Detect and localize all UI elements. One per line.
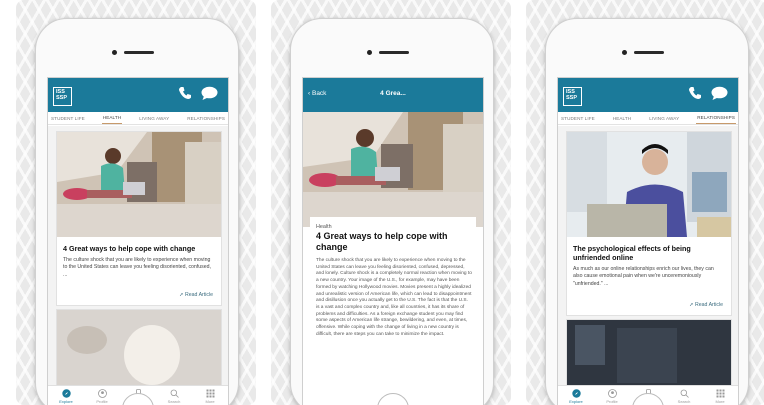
earpiece — [634, 51, 664, 54]
nav-search[interactable]: Search — [157, 389, 191, 404]
tab-student-life[interactable]: STUDENT LIFE — [560, 113, 596, 124]
category-tabs: STUDENT LIFE HEALTH LIVING AWAY RELATION… — [48, 112, 228, 125]
search-icon — [170, 389, 179, 398]
nav-label: Profile — [606, 399, 618, 404]
panel-article-detail: ‹ Back 4 Grea... Health 4 Great ways to … — [271, 0, 511, 405]
nav-profile[interactable]: Profile — [595, 389, 629, 404]
tab-relationships[interactable]: RELATIONSHIPS — [696, 112, 736, 124]
grid-icon — [716, 389, 724, 398]
panel-explore-health: ISS SSP STUDENT LIFE HEALTH LIVING AWAY … — [16, 0, 256, 405]
article-content: Health 4 Great ways to help cope with ch… — [310, 217, 476, 405]
read-article-link[interactable]: ➚ Read Article — [689, 302, 723, 308]
nav-search[interactable]: Search — [667, 389, 701, 404]
app-header: ISS SSP — [558, 78, 738, 112]
profile-icon — [607, 389, 617, 398]
app-screen: ISS SSP STUDENT LIFE HEALTH LIVING AWAY … — [557, 77, 739, 405]
app-logo[interactable]: ISS SSP — [563, 87, 582, 106]
article-card[interactable]: 4 Great ways to help cope with change Th… — [56, 131, 222, 306]
article-body: The culture shock that you are likely to… — [316, 258, 472, 337]
chat-icon[interactable] — [711, 86, 728, 101]
article-image — [567, 320, 731, 390]
front-camera — [622, 50, 627, 55]
compass-icon — [61, 389, 71, 398]
article-title: 4 Great ways to help cope with change — [316, 231, 448, 252]
nav-title: 4 Grea... — [380, 90, 406, 97]
chat-icon[interactable] — [201, 86, 218, 101]
nav-explore[interactable]: Explore — [559, 389, 593, 404]
article-image — [567, 132, 731, 237]
tab-health[interactable]: HEALTH — [101, 112, 123, 124]
tab-health[interactable]: HEALTH — [612, 113, 632, 124]
tab-living-away[interactable]: LIVING AWAY — [648, 113, 680, 124]
tab-student-life[interactable]: STUDENT LIFE — [50, 113, 86, 124]
category-tabs: STUDENT LIFE HEALTH LIVING AWAY RELATION… — [558, 112, 738, 125]
app-screen: ‹ Back 4 Grea... Health 4 Great ways to … — [302, 77, 484, 405]
nav-label: Explore — [569, 399, 583, 404]
article-card[interactable] — [56, 309, 222, 391]
nav-more[interactable]: More — [193, 389, 227, 404]
front-camera — [367, 50, 372, 55]
article-card[interactable]: The psychological effects of being unfri… — [566, 131, 732, 316]
read-article-link[interactable]: ➚ Read Article — [179, 292, 213, 298]
app-screen: ISS SSP STUDENT LIFE HEALTH LIVING AWAY … — [47, 77, 229, 405]
article-image — [57, 132, 221, 237]
card-title[interactable]: The psychological effects of being unfri… — [573, 244, 723, 262]
nav-label: Search — [167, 399, 181, 404]
profile-icon — [97, 389, 107, 398]
tab-relationships[interactable]: RELATIONSHIPS — [186, 113, 226, 124]
panel-explore-relationships: ISS SSP STUDENT LIFE HEALTH LIVING AWAY … — [526, 0, 764, 405]
nav-label: Search — [677, 399, 691, 404]
card-title[interactable]: 4 Great ways to help cope with change — [63, 244, 213, 254]
front-camera — [112, 50, 117, 55]
article-view: Health 4 Great ways to help cope with ch… — [303, 112, 483, 405]
nav-label: More — [205, 399, 215, 404]
nav-profile[interactable]: Profile — [85, 389, 119, 404]
phone-icon[interactable] — [688, 86, 702, 100]
article-hero-image — [303, 112, 483, 227]
nav-more[interactable]: More — [703, 389, 737, 404]
article-feed: The psychological effects of being unfri… — [558, 126, 738, 391]
grid-icon — [206, 389, 214, 398]
nav-label: Profile — [96, 399, 108, 404]
earpiece — [124, 51, 154, 54]
article-image — [57, 310, 221, 390]
app-header: ISS SSP — [48, 78, 228, 112]
app-logo[interactable]: ISS SSP — [53, 87, 72, 106]
card-excerpt: The culture shock that you are likely to… — [63, 257, 211, 278]
phone-frame: ‹ Back 4 Grea... Health 4 Great ways to … — [290, 18, 494, 405]
tab-living-away[interactable]: LIVING AWAY — [138, 113, 170, 124]
nav-explore[interactable]: Explore — [49, 389, 83, 404]
phone-frame: ISS SSP STUDENT LIFE HEALTH LIVING AWAY … — [35, 18, 239, 405]
article-navbar: ‹ Back 4 Grea... — [303, 78, 483, 112]
article-feed: 4 Great ways to help cope with change Th… — [48, 126, 228, 391]
nav-label: More — [715, 399, 725, 404]
article-card[interactable] — [566, 319, 732, 391]
search-icon — [680, 389, 689, 398]
nav-label: Explore — [59, 399, 73, 404]
card-excerpt: As much as our online relationships enri… — [573, 266, 714, 287]
article-category: Health — [316, 224, 332, 230]
phone-icon[interactable] — [178, 86, 192, 100]
earpiece — [379, 51, 409, 54]
phone-frame: ISS SSP STUDENT LIFE HEALTH LIVING AWAY … — [545, 18, 749, 405]
compass-icon — [571, 389, 581, 398]
